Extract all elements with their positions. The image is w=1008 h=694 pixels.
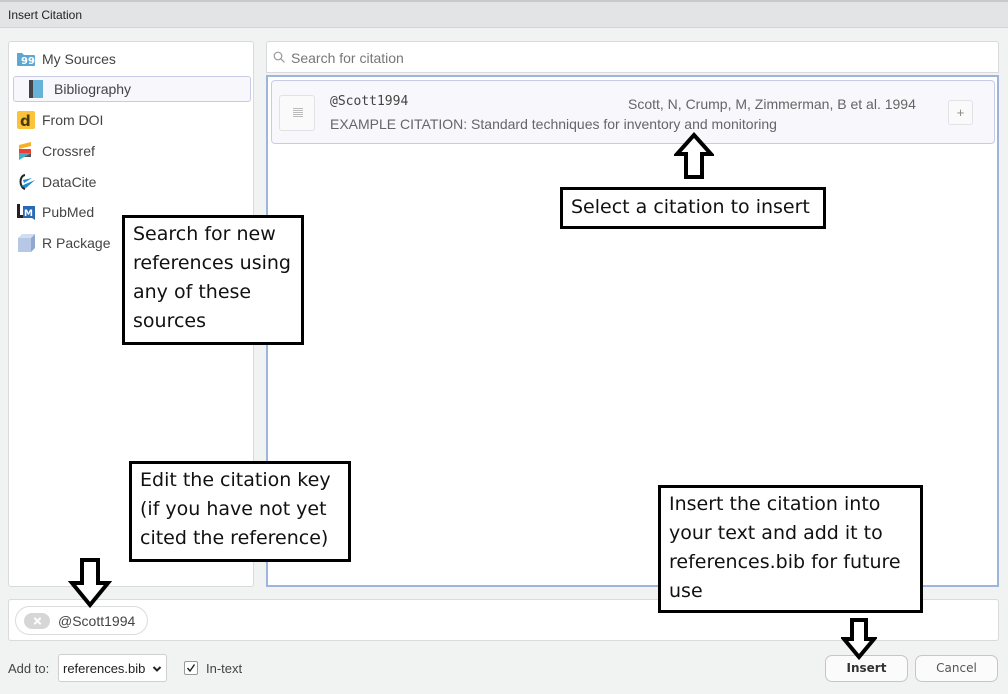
dialog-title: Insert Citation	[8, 8, 83, 22]
my-sources-icon: 99	[16, 49, 36, 69]
callout-line: Edit the citation key	[140, 469, 331, 491]
in-text-checkbox[interactable]	[184, 661, 198, 675]
callout-line: any of these	[133, 281, 252, 303]
callout-search-sources: Search for new references using any of t…	[122, 215, 304, 345]
add-citation-button[interactable]: +	[948, 100, 973, 125]
in-text-label: In-text	[206, 661, 243, 676]
sidebar-item-my-sources[interactable]: 99 My Sources	[13, 46, 251, 72]
sidebar-item-datacite[interactable]: DataCite	[13, 169, 251, 195]
callout-insert: Insert the citation into your text and a…	[658, 485, 923, 613]
add-to-label: Add to:	[8, 661, 50, 676]
chevron-down-icon	[152, 662, 162, 672]
sidebar-item-crossref[interactable]: Crossref	[13, 138, 251, 164]
callout-select-citation: Select a citation to insert	[560, 187, 826, 229]
citation-key-text[interactable]: @Scott1994	[58, 613, 135, 629]
citation-title: EXAMPLE CITATION: Standard techniques fo…	[330, 116, 777, 132]
dialog-titlebar: Insert Citation	[0, 0, 1008, 28]
callout-line: (if you have not yet	[140, 498, 327, 520]
remove-citation-icon[interactable]	[24, 612, 50, 629]
citation-authors: Scott, N, Crump, M, Zimmerman, B et al. …	[628, 96, 916, 112]
checkmark-icon	[186, 664, 196, 673]
doi-icon: d	[16, 110, 36, 130]
callout-edit-key: Edit the citation key (if you have not y…	[129, 461, 351, 562]
svg-text:M: M	[24, 209, 33, 219]
callout-line: Search for new	[133, 223, 276, 245]
callout-line: cited the reference)	[140, 527, 329, 549]
callout-line: sources	[133, 310, 206, 332]
datacite-icon	[16, 172, 36, 192]
pubmed-icon: M	[16, 202, 36, 222]
bibliography-select-value: references.bib	[63, 661, 146, 676]
callout-text: Select a citation to insert	[571, 196, 810, 218]
document-icon	[279, 95, 315, 131]
bibliography-icon	[26, 79, 46, 99]
search-box	[266, 41, 999, 73]
cancel-button[interactable]: Cancel	[915, 655, 998, 682]
sidebar-item-bibliography[interactable]: Bibliography	[13, 76, 251, 102]
svg-text:d: d	[20, 112, 31, 130]
search-input[interactable]	[289, 47, 993, 69]
callout-line: Insert the citation into	[669, 493, 881, 515]
search-icon	[273, 50, 285, 63]
bibliography-select[interactable]: references.bib	[58, 654, 167, 682]
arrow-down-icon	[68, 558, 112, 609]
arrow-up-icon	[674, 132, 714, 179]
svg-text:99: 99	[21, 56, 35, 67]
sidebar-item-from-doi[interactable]: d From DOI	[13, 107, 251, 133]
crossref-icon	[16, 141, 36, 161]
arrow-down-icon	[841, 618, 877, 661]
citation-key: @Scott1994	[330, 94, 409, 109]
callout-line: your text and add it to	[669, 522, 883, 544]
callout-line: references.bib for future	[669, 551, 901, 573]
citation-result-item[interactable]: @Scott1994 Scott, N, Crump, M, Zimmerman…	[271, 80, 995, 144]
citation-key-chip[interactable]: @Scott1994	[15, 606, 148, 635]
r-package-icon	[16, 233, 36, 253]
callout-line: references using	[133, 252, 291, 274]
callout-line: use	[669, 580, 703, 602]
